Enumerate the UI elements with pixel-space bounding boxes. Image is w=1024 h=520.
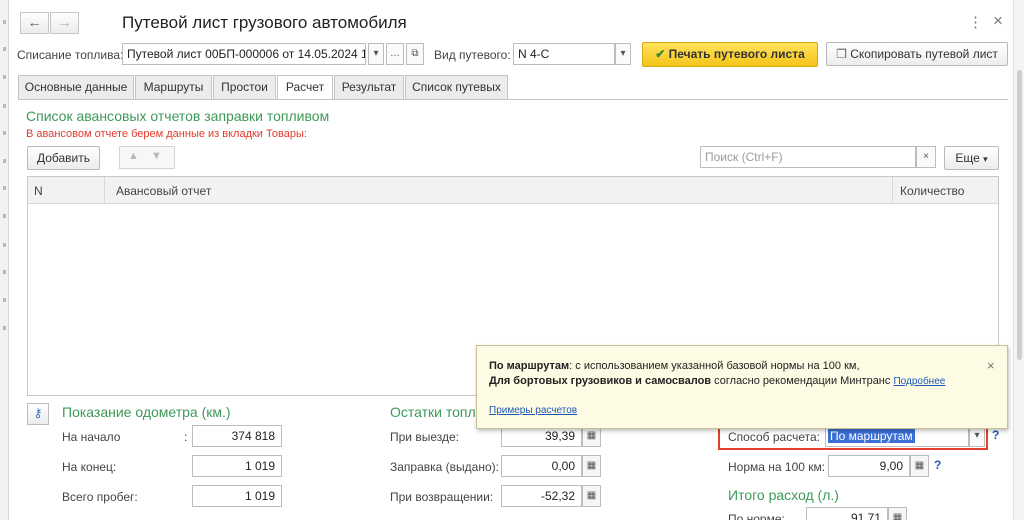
tooltip-line-2-bold: Для бортовых грузовиков и самосвалов [489,375,712,387]
tooltip-more-link[interactable]: Подробнее [893,376,945,387]
calc-method-tooltip: По маршрутам: с использованием указанной… [476,345,1008,429]
copy-button-label: Скопировать путевой лист [850,47,998,61]
move-up-icon[interactable]: ▲ [128,150,139,162]
arrow-right-icon: → [57,14,72,30]
key-icon: ⚷ [33,406,43,420]
calculator-icon: ▦ [586,460,597,471]
tooltip-examples-link[interactable]: Примеры расчетов [489,405,577,416]
tab-main-data[interactable]: Основные данные [18,75,134,99]
calculator-icon: ▦ [586,490,597,501]
norm-consumption-field[interactable]: 91,71 [806,507,888,520]
fuel-open-button[interactable]: ⧉ [406,43,424,65]
more-actions-icon[interactable]: ⋮ [968,13,983,31]
refuel-field[interactable]: 0,00 [501,455,582,477]
refuel-label: Заправка (выдано): [390,460,499,474]
tab-downtimes[interactable]: Простои [213,75,276,99]
reports-note: В авансовом отчете берем данные из вклад… [26,128,307,140]
tooltip-line-1-rest: : с использованием указанной базовой нор… [569,360,860,372]
odometer-start-field[interactable]: 374 818 [192,425,282,447]
close-icon[interactable]: × [993,11,1003,31]
table-header: N Авансовый отчет Количество [28,177,998,204]
chevron-down-icon: ▾ [620,48,626,59]
departure-label: При выезде: [390,430,459,444]
open-window-icon: ⧉ [411,48,419,59]
norm-field[interactable]: 9,00 [828,455,910,477]
odometer-section-title: Показание одометра (км.) [62,404,231,420]
chevron-down-icon: ▾ [974,430,980,441]
checkmark-icon: ✔ [655,47,666,61]
norm-consumption-calculator-button[interactable]: ▦ [888,507,907,520]
norm-label: Норма на 100 км: [728,460,826,474]
tab-result[interactable]: Результат [334,75,404,99]
right-scrollbar[interactable] [1013,0,1024,520]
odometer-helper-button[interactable]: ⚷ [27,403,49,425]
print-button-label: Печать путевого листа [668,47,805,61]
norm-consumption-label: По норме: [728,512,785,520]
norm-calculator-button[interactable]: ▦ [910,455,929,477]
tooltip-close-icon[interactable]: × [987,358,995,373]
print-route-sheet-button[interactable]: ✔ Печать путевого листа [642,42,818,67]
left-panel-strip [0,0,9,520]
copy-route-sheet-button[interactable]: ❐ Скопировать путевой лист [826,42,1008,66]
route-type-label: Вид путевого: [434,48,511,62]
fuel-remains-section-title: Остатки топл [390,404,476,420]
more-button-label: Еще [955,151,980,165]
fuel-select-button[interactable]: … [386,43,404,65]
move-buttons-group: ▲ ▼ [119,146,175,169]
route-type-dropdown-button[interactable]: ▾ [615,43,631,65]
page-title: Путевой лист грузового автомобиля [122,13,407,32]
total-mileage-field[interactable]: 1 019 [192,485,282,507]
column-header-quantity[interactable]: Количество [900,184,964,198]
odometer-start-label: На начало [62,430,121,444]
tab-route-list[interactable]: Список путевых [405,75,508,99]
odometer-end-label: На конец: [62,460,117,474]
calculator-icon: ▦ [586,430,597,441]
chevron-down-icon: ▾ [373,48,379,59]
odometer-end-field[interactable]: 1 019 [192,455,282,477]
add-button[interactable]: Добавить [27,146,100,170]
close-icon: × [923,151,929,162]
tab-routes[interactable]: Маршруты [135,75,212,99]
tooltip-line-1: По маршрутам: с использованием указанной… [489,360,860,372]
tab-panel-border [18,99,1008,100]
fuel-writeoff-label: Списание топлива: [17,48,124,62]
fuel-dropdown-button[interactable]: ▾ [368,43,384,65]
more-button[interactable]: Еще ▾ [944,146,999,170]
tooltip-line-2: Для бортовых грузовиков и самосвалов сог… [489,375,945,387]
clear-search-button[interactable]: × [916,146,936,168]
column-header-report[interactable]: Авансовый отчет [116,184,211,198]
tooltip-line-1-bold: По маршрутам [489,360,570,372]
ellipsis-icon: … [390,48,400,59]
calculator-icon: ▦ [892,512,903,520]
return-label: При возвращении: [390,490,494,504]
total-consumption-title: Итого расход (л.) [728,487,839,503]
arrow-left-icon: ← [27,14,42,30]
calc-method-label: Способ расчета: [728,430,820,444]
chevron-down-icon: ▾ [983,154,988,164]
tab-calculation[interactable]: Расчет [277,75,333,100]
copy-icon: ❐ [836,47,847,61]
fuel-writeoff-field[interactable]: Путевой лист 00БП-000006 от 14.05.2024 1… [122,43,366,65]
route-type-field[interactable]: N 4-С [513,43,615,65]
scrollbar-thumb[interactable] [1017,70,1022,360]
refuel-calculator-button[interactable]: ▦ [582,455,601,477]
calculator-icon: ▦ [914,460,925,471]
search-input[interactable]: Поиск (Ctrl+F) [700,146,916,168]
tooltip-line-2-rest: согласно рекомендации Минтранс [711,375,894,387]
total-mileage-label: Всего пробег: [62,490,138,504]
return-field[interactable]: -52,32 [501,485,582,507]
back-button[interactable]: ← [20,12,49,34]
move-down-icon[interactable]: ▼ [151,150,162,162]
column-header-n[interactable]: N [34,184,43,198]
forward-button[interactable]: → [50,12,79,34]
calc-method-value: По маршрутам [828,429,915,443]
norm-help-icon[interactable]: ? [934,458,941,472]
reports-section-title: Список авансовых отчетов заправки топлив… [26,108,330,124]
odometer-start-colon: : [184,430,188,444]
calc-method-help-icon[interactable]: ? [992,428,999,442]
return-calculator-button[interactable]: ▦ [582,485,601,507]
